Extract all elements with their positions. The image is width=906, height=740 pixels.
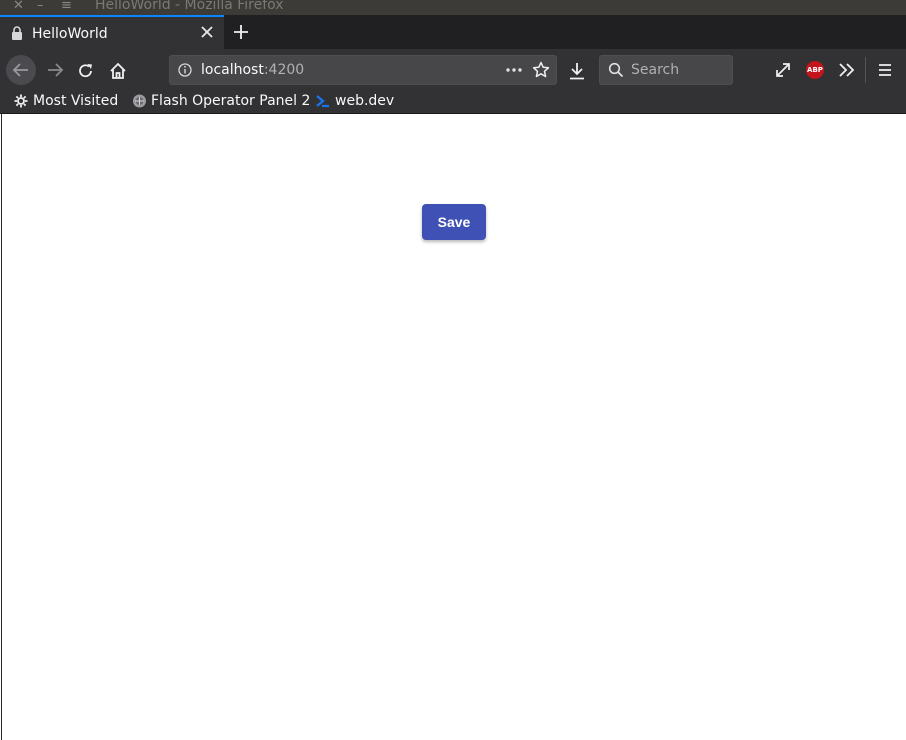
page-actions-icon[interactable] [505, 64, 523, 76]
tab-strip: HelloWorld [0, 15, 906, 49]
lock-icon [12, 26, 22, 40]
window-minimize-icon[interactable]: – [37, 0, 44, 13]
close-tab-icon[interactable] [200, 25, 214, 39]
bookmark-label: web.dev [335, 93, 395, 109]
gear-icon [14, 94, 28, 108]
webdev-icon [316, 95, 329, 108]
fullscreen-icon[interactable] [774, 61, 792, 79]
back-arrow-icon [12, 63, 28, 77]
bookmark-label: Most Visited [33, 93, 119, 109]
url-host: localhost [201, 62, 264, 78]
home-icon[interactable] [108, 61, 128, 81]
abp-label: ABP [807, 66, 823, 74]
tab-title: HelloWorld [32, 26, 108, 42]
back-button[interactable] [6, 55, 36, 85]
site-info-icon[interactable] [178, 63, 192, 77]
reload-icon[interactable] [77, 62, 95, 80]
window-titlebar: ✕ – ≡ HelloWorld - Mozilla Firefox [0, 0, 906, 15]
bookmark-star-icon[interactable] [532, 61, 550, 79]
search-input[interactable]: Search [599, 55, 733, 85]
page-content: Save [1, 114, 905, 740]
overflow-menu-icon[interactable] [838, 62, 856, 78]
url-bar[interactable]: localhost:4200 [169, 55, 557, 85]
save-button[interactable]: Save [422, 204, 486, 240]
window-close-icon[interactable]: ✕ [13, 0, 24, 13]
navigation-toolbar: localhost:4200 Search ABP [0, 49, 906, 89]
bookmarks-toolbar: Most Visited Flash Operator Panel 2 web.… [0, 89, 906, 114]
forward-arrow-icon[interactable] [40, 55, 70, 85]
bookmark-flash-operator-panel[interactable]: Flash Operator Panel 2 [132, 92, 311, 110]
url-text: localhost:4200 [201, 61, 304, 79]
search-placeholder: Search [631, 62, 680, 78]
search-icon [608, 62, 624, 78]
new-tab-icon[interactable] [232, 23, 250, 41]
bookmark-most-visited[interactable]: Most Visited [14, 92, 124, 110]
toolbar-divider [865, 57, 866, 83]
bookmark-webdev[interactable]: web.dev [316, 92, 396, 110]
bookmark-label: Flash Operator Panel 2 [151, 93, 311, 109]
tab-helloworld[interactable]: HelloWorld [0, 15, 224, 49]
adblock-plus-icon[interactable]: ABP [806, 61, 824, 79]
download-icon[interactable] [568, 61, 586, 81]
window-title: HelloWorld - Mozilla Firefox [95, 0, 284, 13]
window-maximize-icon[interactable]: ≡ [61, 0, 72, 13]
panel-icon [133, 94, 146, 108]
url-port: :4200 [263, 62, 305, 78]
hamburger-menu-icon[interactable] [877, 62, 893, 78]
